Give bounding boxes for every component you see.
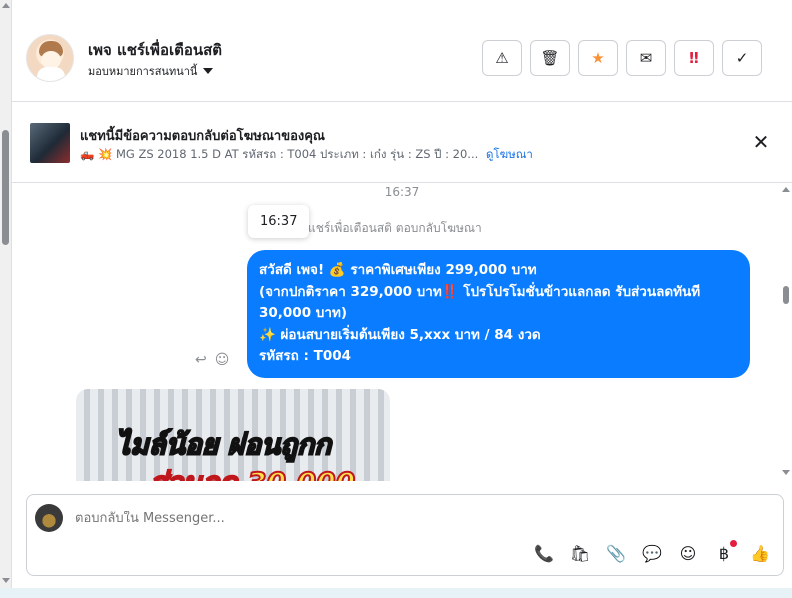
assign-label: มอบหมายการสนทนานี้	[88, 65, 198, 78]
scroll-up-icon[interactable]	[782, 187, 790, 192]
ad-reply-banner: แชทนี้มีข้อความตอบกลับต่อโฆษณาของคุณ 🛻 💥…	[12, 103, 792, 183]
scroll-down-icon[interactable]	[782, 470, 790, 475]
baht-icon: ฿	[718, 544, 730, 563]
scroll-down-icon[interactable]	[2, 578, 10, 583]
avatar[interactable]	[26, 34, 74, 82]
view-ad-link[interactable]: ดูโฆษณา	[486, 147, 533, 161]
spam-button[interactable]: ‼	[674, 40, 714, 76]
star-icon: ★	[591, 49, 605, 67]
ad-thumbnail[interactable]	[30, 123, 70, 163]
paperclip-icon[interactable]: 📎	[605, 543, 627, 565]
page-scrollbar[interactable]	[0, 0, 12, 598]
ad-reply-note: แชร์เพื่อเตือนสติ ตอบกลับโฆษณา	[308, 221, 482, 235]
message-timestamp: 16:37	[384, 185, 420, 199]
message-line: ✨ ผ่อนสบายเริ่มต้นเพียง 5,xxx บาท / 84 ง…	[259, 326, 541, 343]
smiley-icon[interactable]: ☺	[677, 543, 699, 565]
page-title: เพจ แชร์เพื่อเตือนสติ	[88, 41, 222, 59]
warning-icon: ⚠	[495, 49, 509, 67]
conversation-actions: ⚠ 🗑 ★ ✉ ‼ ✓	[482, 40, 762, 76]
message-composer: 📞 🛍 📎 💬 ☺ ฿ 👍	[26, 494, 784, 576]
conversation-header: เพจ แชร์เพื่อเตือนสติ มอบหมายการสนทนานี้…	[12, 0, 792, 102]
outgoing-message-bubble[interactable]: สวัสดี เพจ! 💰 ราคาพิเศษเพียง 299,000 บาท…	[247, 250, 750, 378]
reply-icon[interactable]: ↩	[195, 352, 207, 368]
chevron-down-icon	[203, 68, 214, 74]
envelope-icon: ✉	[639, 49, 653, 67]
report-button[interactable]: ⚠	[482, 40, 522, 76]
ad-image-discount: ส่วนลด 30,000	[149, 461, 356, 481]
delete-button[interactable]: 🗑	[530, 40, 570, 76]
star-button[interactable]: ★	[578, 40, 618, 76]
thread-scrollbar[interactable]	[780, 183, 792, 481]
close-icon[interactable]: ✕	[750, 131, 772, 153]
message-thread[interactable]: 16:37 แชร์เพื่อเตือนสติ ตอบกลับโฆษณา 16:…	[12, 183, 792, 481]
chat-bubble-icon[interactable]: 💬	[641, 543, 663, 565]
scrollbar-thumb[interactable]	[783, 286, 789, 304]
message-line: 30,000 บาท)	[259, 305, 348, 321]
trash-icon: 🗑	[540, 49, 560, 67]
message-line: สวัสดี เพจ! 💰 ราคาพิเศษเพียง 299,000 บาท	[259, 262, 537, 278]
baht-payment-button[interactable]: ฿	[713, 540, 737, 565]
double-exclamation-icon: ‼	[689, 49, 699, 67]
message-hover-tools: ↩ ☺	[195, 352, 229, 368]
composer-tools: 📞 🛍 📎 💬 ☺ ฿ 👍	[533, 540, 771, 565]
scroll-up-icon[interactable]	[2, 3, 10, 8]
ad-image-attachment[interactable]: ไมล์น้อย ผ่อนถูกก ส่วนลด 30,000	[76, 389, 390, 481]
sender-avatar	[35, 504, 63, 532]
mark-unread-button[interactable]: ✉	[626, 40, 666, 76]
ad-banner-title: แชทนี้มีข้อความตอบกลับต่อโฆษณาของคุณ	[80, 129, 325, 144]
phone-plus-icon[interactable]: 📞	[533, 543, 555, 565]
message-line: รหัสรถ : T004	[259, 348, 352, 364]
thumbs-up-icon[interactable]: 👍	[749, 543, 771, 565]
shopping-bag-icon[interactable]: 🛍	[569, 543, 591, 565]
assign-conversation-dropdown[interactable]: มอบหมายการสนทนานี้	[88, 62, 214, 80]
check-icon: ✓	[735, 49, 749, 67]
scrollbar-thumb[interactable]	[2, 130, 9, 245]
react-icon[interactable]: ☺	[215, 352, 230, 368]
reply-input[interactable]	[75, 511, 675, 526]
time-tooltip: 16:37	[248, 205, 310, 238]
ad-banner-subtitle: 🛻 💥 MG ZS 2018 1.5 D AT รหัสรถ : T004 ปร…	[80, 146, 533, 164]
inbox-window: เพจ แชร์เพื่อเตือนสติ มอบหมายการสนทนานี้…	[0, 0, 792, 598]
status-strip	[0, 588, 792, 598]
ad-description: 🛻 💥 MG ZS 2018 1.5 D AT รหัสรถ : T004 ปร…	[80, 147, 479, 161]
notification-dot	[730, 540, 737, 547]
done-button[interactable]: ✓	[722, 40, 762, 76]
message-line: (จากปกติราคา 329,000 บาท‼️ โปรโปรโมชั่นข…	[259, 283, 701, 300]
